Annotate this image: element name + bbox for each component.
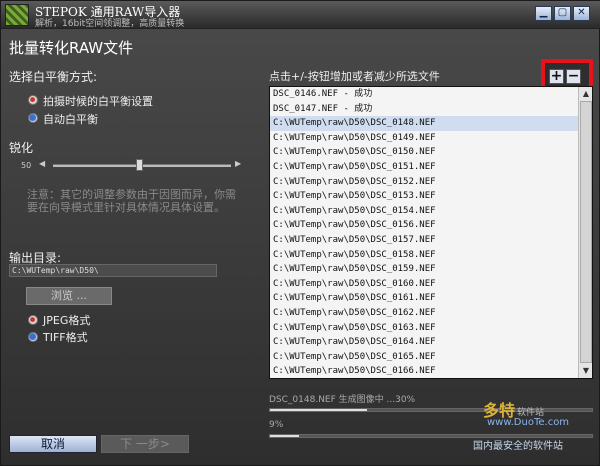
format-jpeg-radio[interactable]	[28, 315, 38, 325]
file-list-item[interactable]: C:\WUTemp\raw\D50\DSC_0152.NEF	[270, 175, 592, 190]
minimize-button[interactable]: ▁	[535, 6, 552, 21]
title-bar: STEPOK 通用RAW导入器 解析，16bit空间领调整，高质量转换 ▁ ▢ …	[1, 1, 600, 29]
file-list-item[interactable]: C:\WUTemp\raw\D50\DSC_0158.NEF	[270, 248, 592, 263]
maximize-button[interactable]: ▢	[554, 6, 571, 21]
page-title: 批量转化RAW文件	[9, 39, 134, 57]
wb-as-shot-label: 拍摄时候的白平衡设置	[43, 95, 153, 108]
format-tiff-label: TIFF格式	[43, 331, 88, 344]
next-button[interactable]: 下 一步>	[101, 435, 189, 453]
file-list-item[interactable]: C:\WUTemp\raw\D50\DSC_0159.NEF	[270, 262, 592, 277]
add-file-button[interactable]: +	[549, 69, 564, 84]
format-tiff-radio[interactable]	[28, 332, 38, 342]
file-list-item[interactable]: C:\WUTemp\raw\D50\DSC_0153.NEF	[270, 189, 592, 204]
close-button[interactable]: ✕	[573, 6, 590, 21]
file-list-item[interactable]: C:\WUTemp\raw\D50\DSC_0149.NEF	[270, 131, 592, 146]
scroll-up-icon[interactable]: ▲	[580, 88, 592, 100]
progress-status: DSC_0148.NEF 生成图像中 ...30%	[269, 395, 416, 405]
file-list-item[interactable]: C:\WUTemp\raw\D50\DSC_0161.NEF	[270, 291, 592, 306]
sharpen-slider-thumb[interactable]	[136, 159, 143, 171]
overall-progress-label: 9%	[269, 420, 284, 430]
adjustment-note: 注意：其它的调整参数由于因图而异，你需要在向导模式里针对具体情况具体设置。	[27, 188, 236, 214]
file-list-item[interactable]: C:\WUTemp\raw\D50\DSC_0160.NEF	[270, 277, 592, 292]
file-list-item[interactable]: C:\WUTemp\raw\D50\DSC_0150.NEF	[270, 145, 592, 160]
app-logo-icon	[5, 4, 29, 26]
sharpen-label: 锐化	[9, 141, 34, 155]
file-list-hint: 点击+/-按钮增加或者减少所选文件	[269, 70, 440, 83]
file-list-item[interactable]: C:\WUTemp\raw\D50\DSC_0156.NEF	[270, 218, 592, 233]
white-balance-label: 选择白平衡方式:	[9, 70, 98, 84]
format-jpeg-label: JPEG格式	[43, 314, 91, 327]
scroll-thumb[interactable]	[580, 101, 592, 363]
file-list-item[interactable]: DSC_0146.NEF - 成功	[270, 87, 592, 102]
file-list-item[interactable]: C:\WUTemp\raw\D50\DSC_0166.NEF	[270, 364, 592, 378]
cancel-button[interactable]: 取消	[9, 435, 97, 453]
file-list-item[interactable]: C:\WUTemp\raw\D50\DSC_0164.NEF	[270, 335, 592, 350]
sharpen-left-arrow-icon[interactable]: ◀	[39, 159, 45, 168]
wb-auto-label: 自动白平衡	[43, 113, 98, 126]
watermark-slogan: 国内最安全的软件站	[473, 441, 563, 452]
browse-button[interactable]: 浏览 ...	[26, 287, 112, 305]
file-list-item[interactable]: C:\WUTemp\raw\D50\DSC_0157.NEF	[270, 233, 592, 248]
file-list-item[interactable]: C:\WUTemp\raw\D50\DSC_0165.NEF	[270, 350, 592, 365]
scroll-down-icon[interactable]: ▼	[580, 365, 592, 377]
file-list-item[interactable]: C:\WUTemp\raw\D50\DSC_0163.NEF	[270, 321, 592, 336]
app-subtitle: 解析，16bit空间领调整，高质量转换	[35, 19, 185, 29]
file-list-item[interactable]: DSC_0147.NEF - 成功	[270, 102, 592, 117]
file-list-item[interactable]: C:\WUTemp\raw\D50\DSC_0148.NEF	[270, 116, 592, 131]
file-list[interactable]: DSC_0146.NEF - 成功 DSC_0147.NEF - 成功 C:\WUT…	[269, 86, 593, 379]
remove-file-button[interactable]: −	[566, 69, 581, 84]
sharpen-value: 50	[21, 161, 32, 170]
wb-auto-radio[interactable]	[28, 113, 38, 123]
file-list-rows: DSC_0146.NEF - 成功 DSC_0147.NEF - 成功 C:\WUT…	[270, 87, 592, 378]
sharpen-right-arrow-icon[interactable]: ▶	[235, 159, 241, 168]
file-list-scrollbar[interactable]: ▲ ▼	[578, 87, 592, 378]
main-window: STEPOK 通用RAW导入器 解析，16bit空间领调整，高质量转换 ▁ ▢ …	[0, 0, 600, 466]
file-list-item[interactable]: C:\WUTemp\raw\D50\DSC_0162.NEF	[270, 306, 592, 321]
file-list-item[interactable]: C:\WUTemp\raw\D50\DSC_0151.NEF	[270, 160, 592, 175]
output-dir-field[interactable]: C:\WUTemp\raw\D50\	[9, 264, 217, 277]
file-list-item[interactable]: C:\WUTemp\raw\D50\DSC_0154.NEF	[270, 204, 592, 219]
overall-progress-fill	[270, 435, 299, 437]
file-progress-fill	[270, 409, 367, 411]
watermark-domain: www.DuoTe.com	[487, 417, 570, 428]
file-progress-bar	[269, 408, 593, 412]
wb-as-shot-radio[interactable]	[28, 95, 38, 105]
